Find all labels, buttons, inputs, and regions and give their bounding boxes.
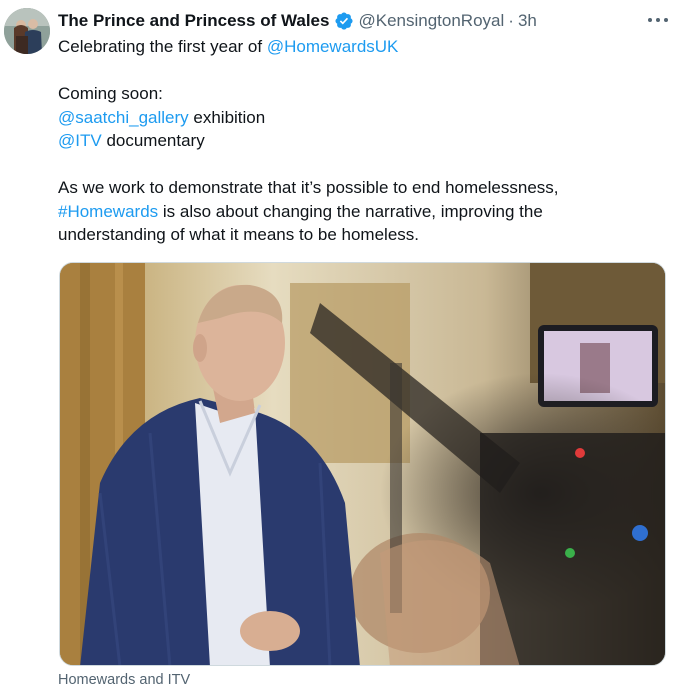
tweet-timestamp[interactable]: 3h [518, 11, 537, 31]
text-line-1: Celebrating the first year of @Homewards… [58, 35, 658, 59]
tweet-header: The Prince and Princess of Wales @Kensin… [58, 9, 660, 33]
media-caption: Homewards and ITV [58, 672, 191, 688]
avatar-photo [4, 8, 50, 54]
mention-homewardsuk[interactable]: @HomewardsUK [267, 37, 399, 56]
hashtag-homewards[interactable]: #Homewards [58, 202, 158, 221]
author-avatar[interactable] [4, 8, 50, 54]
saatchi-suffix: exhibition [188, 107, 266, 127]
photo-image [60, 263, 665, 665]
coming-soon-line: Coming soon: [58, 84, 163, 103]
tweet-text: Celebrating the first year of @Homewards… [58, 35, 658, 247]
tweet-card[interactable]: The Prince and Princess of Wales @Kensin… [0, 0, 700, 693]
paragraph-line-2: #Homewards is also about changing the na… [58, 200, 658, 224]
mention-saatchi-gallery[interactable]: @saatchi_gallery [58, 108, 189, 127]
author-display-name[interactable]: The Prince and Princess of Wales [58, 11, 329, 31]
paragraph-line-2-suffix: is also about changing the narrative, im… [158, 201, 543, 221]
itv-line: @ITV documentary [58, 129, 658, 153]
itv-suffix: documentary [101, 131, 205, 150]
mention-itv[interactable]: @ITV [58, 131, 102, 150]
paragraph-line-3: understanding of what it means to be hom… [58, 225, 419, 244]
verified-badge-icon [334, 11, 354, 31]
more-options-icon[interactable] [648, 12, 668, 28]
header-separator: · [508, 11, 514, 30]
author-handle[interactable]: @KensingtonRoyal [358, 11, 504, 31]
text-line-1-prefix: Celebrating the first year of [58, 37, 267, 56]
paragraph-line-1: As we work to demonstrate that it’s poss… [58, 178, 559, 197]
tweet-photo[interactable] [59, 262, 666, 666]
saatchi-line: @saatchi_gallery exhibition [58, 106, 658, 130]
